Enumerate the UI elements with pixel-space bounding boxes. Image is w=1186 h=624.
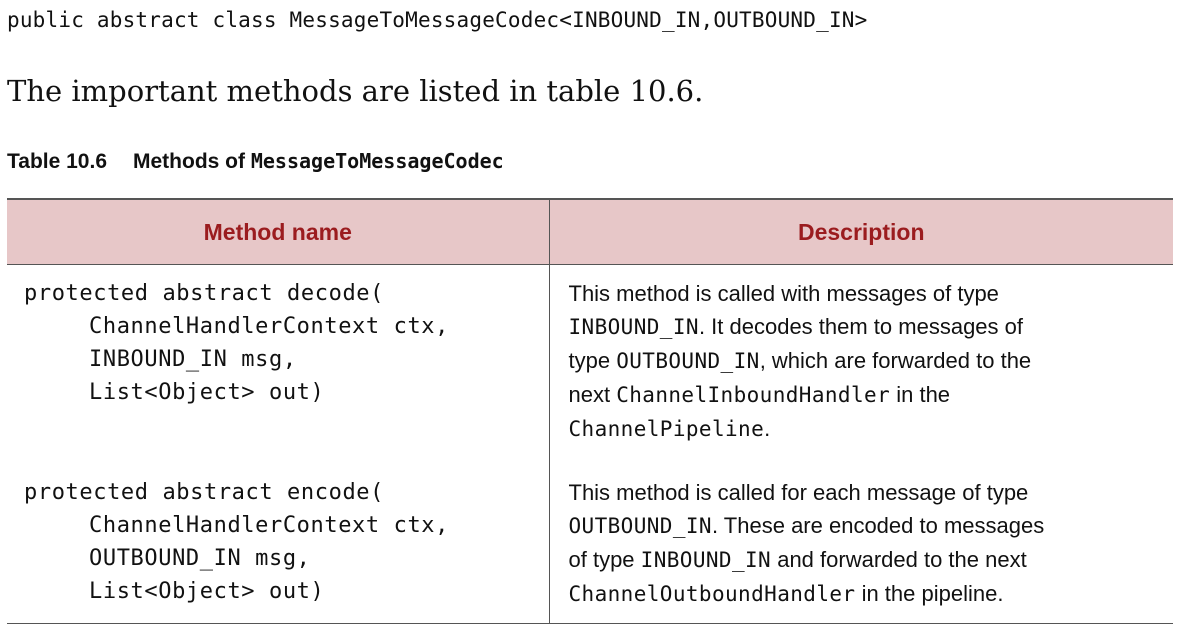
table-row-decode: protected abstract decode( ChannelHandle… [7,264,1173,468]
table-row-encode: protected abstract encode( ChannelHandle… [7,467,1173,624]
encode-signature: protected abstract encode( ChannelHandle… [7,467,550,624]
signature-line: OUTBOUND_IN msg, [89,546,311,571]
code-inline: INBOUND_IN [568,315,699,339]
description-text: in the pipeline. [855,581,1004,606]
description-line: next ChannelInboundHandler in the [569,378,1174,412]
description-text: and forwarded to the next [771,547,1027,572]
decode-description: This method is called with messages of t… [549,265,1173,468]
description-line: ChannelPipeline. [569,412,1174,446]
description-line: OUTBOUND_IN. These are encoded to messag… [569,509,1174,543]
header-method-name: Method name [7,198,550,265]
description-line: This method is called for each message o… [568,480,1029,505]
code-inline: INBOUND_IN [640,548,772,572]
signature-line: ChannelHandlerContext ctx, [89,513,449,538]
description-text: . [764,416,771,441]
description-text: in the [890,382,951,407]
description-line: ChannelOutboundHandler in the pipeline. [569,577,1174,611]
code-inline: OUTBOUND_IN [568,514,712,538]
methods-table: Method name Description protected abstra… [7,198,1173,624]
signature-line: protected abstract encode( [24,480,384,505]
decode-signature: protected abstract decode( ChannelHandle… [7,264,550,467]
table-header-row: Method name Description [7,198,1173,265]
code-inline: OUTBOUND_IN [616,349,760,373]
description-line: This method is called with messages of t… [568,281,999,306]
description-text: of type [568,547,641,572]
description-line: type OUTBOUND_IN, which are forwarded to… [569,344,1174,378]
table-caption-text: Methods of [133,150,251,173]
signature-line: List<Object> out) [89,579,325,604]
code-inline: ChannelInboundHandler [616,383,891,407]
code-inline: ChannelPipeline [568,417,765,441]
signature-line: ChannelHandlerContext ctx, [89,314,449,339]
table-caption-code: MessageToMessageCodec [250,149,504,173]
description-text: , which are forwarded to the [759,348,1032,373]
description-text: type [568,348,617,373]
signature-line: protected abstract decode( [24,281,384,306]
description-text: . It decodes them to messages of [698,314,1023,339]
code-inline: ChannelOutboundHandler [568,582,856,606]
header-description: Description [549,198,1173,265]
description-line: INBOUND_IN. It decodes them to messages … [569,310,1174,344]
description-line: of type INBOUND_IN and forwarded to the … [569,543,1174,577]
class-declaration-code: public abstract class MessageToMessageCo… [7,8,868,32]
encode-description: This method is called for each message o… [549,467,1173,624]
table-caption: Table 10.6 Methods of MessageToMessageCod… [7,149,504,174]
signature-line: INBOUND_IN msg, [89,347,297,372]
description-text: . These are encoded to messages [711,513,1045,538]
signature-line: List<Object> out) [89,380,325,405]
intro-paragraph: The important methods are listed in tabl… [7,74,704,108]
description-text: next [568,382,617,407]
table-caption-label: Table 10.6 [7,150,107,173]
